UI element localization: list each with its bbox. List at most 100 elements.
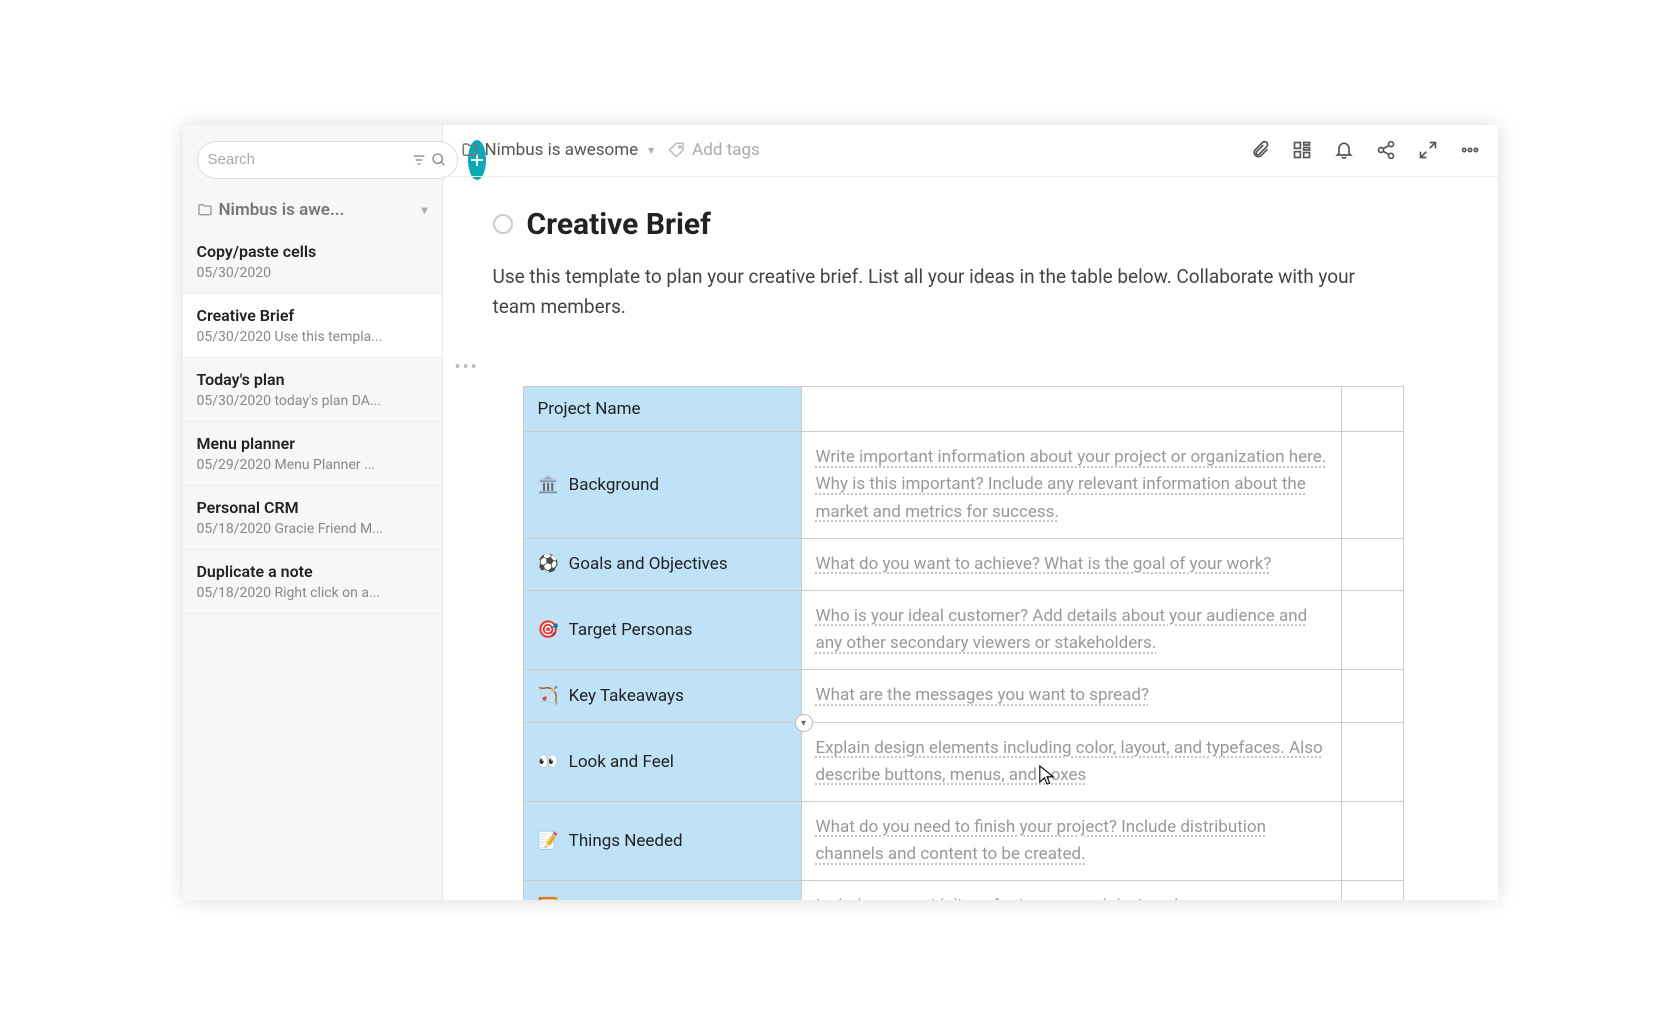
row-extra-cell[interactable] bbox=[1341, 387, 1403, 432]
table-row[interactable]: ⚽ Goals and Objectives What do you want to… bbox=[523, 538, 1403, 590]
sidebar-folder-label: Nimbus is awe... bbox=[219, 200, 345, 220]
header-actions bbox=[1250, 140, 1480, 160]
table-row[interactable]: 📝 Things Needed What do you need to finish… bbox=[523, 801, 1403, 880]
sidebar-folder-header[interactable]: Nimbus is awe... ▾ bbox=[183, 190, 442, 230]
row-extra-cell[interactable] bbox=[1341, 591, 1403, 670]
row-label-cell[interactable]: ⚽ Goals and Objectives bbox=[523, 538, 801, 590]
more-icon[interactable] bbox=[1460, 140, 1480, 160]
add-tags[interactable]: Add tags bbox=[668, 140, 760, 160]
row-label-cell[interactable]: Project Name bbox=[523, 387, 801, 432]
row-extra-cell[interactable] bbox=[1341, 538, 1403, 590]
row-extra-cell[interactable] bbox=[1341, 432, 1403, 539]
row-content-cell[interactable]: What are the messages you want to spread… bbox=[801, 670, 1341, 722]
row-label: Key Takeaways bbox=[569, 686, 684, 706]
expand-icon[interactable] bbox=[1418, 140, 1438, 160]
brief-table: Project Name 🏛️ Background Write important … bbox=[523, 386, 1404, 899]
check-circle[interactable] bbox=[493, 214, 513, 234]
sidebar: Nimbus is awe... ▾ Copy/paste cells 05/3… bbox=[183, 125, 443, 900]
row-label-cell[interactable]: 🎯 Target Personas bbox=[523, 591, 801, 670]
table-row[interactable]: Project Name bbox=[523, 387, 1403, 432]
row-content-cell[interactable]: Include your guidelines for images and d… bbox=[801, 881, 1341, 900]
breadcrumb-text: Nimbus is awesome bbox=[485, 140, 639, 160]
drag-handle-icon[interactable]: ••• bbox=[455, 357, 1448, 378]
table-row[interactable]: 👀 Look and Feel Explain design elements in… bbox=[523, 722, 1403, 801]
main-header: Nimbus is awesome ▾ Add tags bbox=[443, 125, 1498, 177]
row-content-cell[interactable]: Who is your ideal customer? Add details … bbox=[801, 591, 1341, 670]
row-label: Background bbox=[569, 475, 659, 495]
table-row[interactable]: 🏹 Key Takeaways What are the messages you … bbox=[523, 670, 1403, 722]
note-item[interactable]: Creative Brief 05/30/2020 Use this templ… bbox=[183, 294, 442, 358]
row-label: Things Needed bbox=[569, 831, 683, 851]
chevron-down-icon: ▾ bbox=[648, 143, 654, 157]
note-title: Duplicate a note bbox=[197, 562, 428, 581]
row-extra-cell[interactable] bbox=[1341, 722, 1403, 801]
note-meta: 05/18/2020 Gracie Friend M... bbox=[197, 521, 428, 537]
note-item[interactable]: Menu planner 05/29/2020 Menu Planner ... bbox=[183, 422, 442, 486]
row-label: Project Name bbox=[538, 399, 641, 419]
table-wrap: Project Name 🏛️ Background Write important … bbox=[523, 386, 1448, 899]
row-extra-cell[interactable] bbox=[1341, 670, 1403, 722]
sidebar-top bbox=[183, 125, 442, 190]
table-row[interactable]: 🖼️ Images Include your guidelines for imag… bbox=[523, 881, 1403, 900]
page-description: Use this template to plan your creative … bbox=[493, 262, 1373, 323]
row-content-cell[interactable]: What do you want to achieve? What is the… bbox=[801, 538, 1341, 590]
note-title: Copy/paste cells bbox=[197, 242, 428, 261]
row-label-cell[interactable]: 📝 Things Needed bbox=[523, 801, 801, 880]
note-meta: 05/30/2020 bbox=[197, 265, 428, 281]
row-label-cell[interactable]: 👀 Look and Feel bbox=[523, 722, 801, 801]
note-meta: 05/30/2020 today's plan DA... bbox=[197, 393, 428, 409]
row-icon: ⚽ bbox=[538, 554, 559, 574]
row-label: Target Personas bbox=[569, 620, 693, 640]
row-icon: 👀 bbox=[538, 752, 559, 772]
search-box[interactable] bbox=[197, 141, 458, 179]
chevron-down-icon[interactable]: ▾ bbox=[795, 714, 813, 732]
tag-icon bbox=[668, 141, 686, 159]
row-extra-cell[interactable] bbox=[1341, 801, 1403, 880]
chevron-down-icon: ▾ bbox=[421, 203, 427, 217]
row-content-cell[interactable]: Write important information about your p… bbox=[801, 432, 1341, 539]
note-item[interactable]: Duplicate a note 05/18/2020 Right click … bbox=[183, 550, 442, 614]
folder-icon bbox=[197, 202, 213, 218]
note-item[interactable]: Today's plan 05/30/2020 today's plan DA.… bbox=[183, 358, 442, 422]
note-item[interactable]: Personal CRM 05/18/2020 Gracie Friend M.… bbox=[183, 486, 442, 550]
breadcrumb[interactable]: Nimbus is awesome ▾ bbox=[461, 140, 655, 160]
share-icon[interactable] bbox=[1376, 140, 1396, 160]
search-input[interactable] bbox=[208, 151, 407, 168]
row-label-cell[interactable]: 🏹 Key Takeaways bbox=[523, 670, 801, 722]
table-row[interactable]: 🏛️ Background Write important information … bbox=[523, 432, 1403, 539]
page-title: Creative Brief bbox=[527, 207, 711, 242]
note-title: Menu planner bbox=[197, 434, 428, 453]
row-content-cell[interactable]: What do you need to finish your project?… bbox=[801, 801, 1341, 880]
note-list: Copy/paste cells 05/30/2020 Creative Bri… bbox=[183, 230, 442, 614]
row-icon: 🖼️ bbox=[538, 897, 559, 900]
row-icon: 🏛️ bbox=[538, 475, 559, 495]
note-item[interactable]: Copy/paste cells 05/30/2020 bbox=[183, 230, 442, 294]
bell-icon[interactable] bbox=[1334, 140, 1354, 160]
note-title: Creative Brief bbox=[197, 306, 428, 325]
filter-icon[interactable] bbox=[411, 152, 427, 168]
row-label: Images bbox=[569, 897, 625, 900]
attachment-icon[interactable] bbox=[1250, 140, 1270, 160]
note-meta: 05/18/2020 Right click on a... bbox=[197, 585, 428, 601]
row-label-cell[interactable]: 🏛️ Background bbox=[523, 432, 801, 539]
note-title: Today's plan bbox=[197, 370, 428, 389]
row-label: Goals and Objectives bbox=[569, 554, 728, 574]
row-icon: 📝 bbox=[538, 831, 559, 851]
app-window: Nimbus is awe... ▾ Copy/paste cells 05/3… bbox=[183, 125, 1498, 900]
row-icon: 🏹 bbox=[538, 686, 559, 706]
row-content-cell[interactable]: Explain design elements including color,… bbox=[801, 722, 1341, 801]
row-label: Look and Feel bbox=[569, 752, 674, 772]
note-meta: 05/29/2020 Menu Planner ... bbox=[197, 457, 428, 473]
row-extra-cell[interactable] bbox=[1341, 881, 1403, 900]
note-meta: 05/30/2020 Use this templa... bbox=[197, 329, 428, 345]
row-content-cell[interactable] bbox=[801, 387, 1341, 432]
note-title: Personal CRM bbox=[197, 498, 428, 517]
add-tags-label: Add tags bbox=[692, 140, 760, 160]
folder-icon bbox=[461, 141, 479, 159]
row-icon: 🎯 bbox=[538, 620, 559, 640]
blocks-icon[interactable] bbox=[1292, 140, 1312, 160]
row-label-cell[interactable]: 🖼️ Images bbox=[523, 881, 801, 900]
content: Creative Brief Use this template to plan… bbox=[443, 177, 1498, 900]
main: Nimbus is awesome ▾ Add tags Creative Br… bbox=[443, 125, 1498, 900]
table-row[interactable]: 🎯 Target Personas Who is your ideal custom… bbox=[523, 591, 1403, 670]
